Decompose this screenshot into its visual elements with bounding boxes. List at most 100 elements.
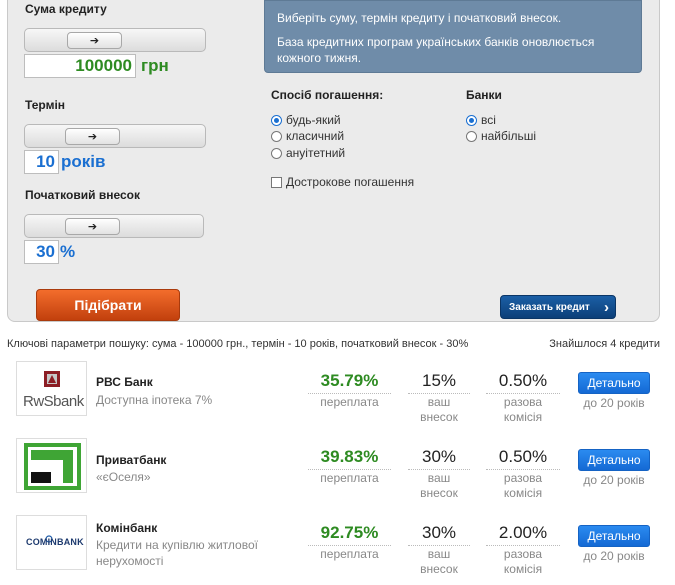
down-value: 15% xyxy=(421,371,457,390)
arrow-right-icon: ➔ xyxy=(89,35,100,47)
amount-input[interactable]: 100000 xyxy=(24,54,136,78)
down-metric: 30% ваш внесок xyxy=(408,447,470,501)
overpay-metric: 92.75% переплата xyxy=(308,523,391,562)
info-line-1: Виберіть суму, термін кредиту і початков… xyxy=(277,11,562,25)
bank-logo[interactable]: COMINBANK xyxy=(16,515,87,570)
commission-value: 0.50% xyxy=(498,447,548,466)
overpay-label: переплата xyxy=(308,469,391,486)
term-label: Термін xyxy=(25,98,66,112)
overpay-value: 39.83% xyxy=(320,447,379,466)
radio-icon[interactable] xyxy=(466,130,477,142)
down-label-line-1: ваш xyxy=(427,547,451,561)
down-label: ваш внесок xyxy=(408,469,470,501)
repayment-option-label: будь-який xyxy=(286,113,341,127)
repayment-title: Спосіб погашення: xyxy=(271,88,384,102)
down-label: ваш внесок xyxy=(408,393,470,425)
details-button[interactable]: Детально xyxy=(578,372,650,394)
down-value: 30% xyxy=(421,447,457,466)
down-payment-slider-handle[interactable]: ➔ xyxy=(65,218,120,235)
term-unit: років xyxy=(61,152,106,171)
order-credit-label: Заказать кредит xyxy=(509,301,590,313)
bank-program: «єОселя» xyxy=(96,470,151,484)
loan-term: до 20 років xyxy=(583,473,645,487)
commission-label-line-2: комісія xyxy=(503,410,543,424)
repayment-option-label: класичний xyxy=(286,129,345,143)
down-payment-input[interactable]: 30 xyxy=(24,240,59,264)
down-label: ваш внесок xyxy=(408,545,470,577)
privatbank-logo-icon xyxy=(24,443,81,490)
down-label-line-1: ваш xyxy=(427,471,451,485)
info-box: Виберіть суму, термін кредиту і початков… xyxy=(264,0,642,73)
down-label-line-2: внесок xyxy=(420,562,458,576)
down-metric: 30% ваш внесок xyxy=(408,523,470,577)
repayment-option-classic[interactable]: класичний xyxy=(271,129,344,143)
commission-label-line-2: комісія xyxy=(503,562,543,576)
bank-name: Комінбанк xyxy=(96,521,158,535)
bank-logo[interactable]: privatbank-logo xyxy=(16,438,87,493)
banks-option-label: найбільші xyxy=(481,129,537,143)
amount-slider-handle[interactable]: ➔ xyxy=(67,32,122,49)
term-input[interactable]: 10 xyxy=(24,150,59,174)
radio-selected-icon[interactable] xyxy=(271,114,282,126)
radio-icon[interactable] xyxy=(271,130,282,142)
banks-title: Банки xyxy=(466,88,502,102)
arrow-right-icon: ➔ xyxy=(87,221,98,233)
radio-selected-icon[interactable] xyxy=(466,114,477,126)
offer-row: RwSbank РВС Банк Доступна іпотека 7% 35.… xyxy=(0,361,675,431)
repayment-option-annuity[interactable]: ануітетний xyxy=(271,146,345,160)
commission-label: разова комісія xyxy=(486,393,560,425)
down-payment-slider[interactable]: ➔ xyxy=(24,214,204,238)
down-metric: 15% ваш внесок xyxy=(408,371,470,425)
amount-unit: грн xyxy=(141,56,169,75)
overpay-label: переплата xyxy=(308,393,391,410)
banks-option-largest[interactable]: найбільші xyxy=(466,129,536,143)
commission-label: разова комісія xyxy=(486,545,560,577)
bank-logo[interactable]: RwSbank xyxy=(16,361,87,416)
bank-program: Доступна іпотека 7% xyxy=(96,393,213,407)
commission-label-line-1: разова xyxy=(503,395,543,409)
repayment-option-any[interactable]: будь-який xyxy=(271,113,341,127)
commission-label: разова комісія xyxy=(486,469,560,501)
overpay-value: 92.75% xyxy=(320,523,379,542)
loan-term: до 20 років xyxy=(583,549,645,563)
overpay-metric: 35.79% переплата xyxy=(308,371,391,410)
commission-metric: 0.50% разова комісія xyxy=(486,371,560,425)
commission-value: 0.50% xyxy=(498,371,548,390)
checkbox-icon[interactable] xyxy=(271,176,282,188)
down-label-line-2: внесок xyxy=(420,410,458,424)
commission-label-line-1: разова xyxy=(503,471,543,485)
down-payment-label: Початковий внесок xyxy=(25,188,140,202)
term-slider-handle[interactable]: ➔ xyxy=(65,128,120,145)
search-summary: Ключові параметри пошуку: сума - 100000 … xyxy=(7,338,469,350)
logo-text: COMINBANK xyxy=(26,537,84,547)
chevron-right-icon: › xyxy=(604,298,609,316)
commission-metric: 2.00% разова комісія xyxy=(486,523,560,577)
overpay-label: переплата xyxy=(308,545,391,562)
results-count: Знайшлося 4 кредити xyxy=(549,338,660,350)
early-repayment-label: Дострокове погашення xyxy=(286,175,415,189)
banks-option-label: всі xyxy=(481,113,496,127)
bank-name: Приватбанк xyxy=(96,453,167,467)
details-button[interactable]: Детально xyxy=(578,525,650,547)
radio-icon[interactable] xyxy=(271,147,282,159)
banks-option-all[interactable]: всі xyxy=(466,113,496,127)
order-credit-button[interactable]: Заказать кредит › xyxy=(500,295,616,319)
overpay-value: 35.79% xyxy=(320,371,379,390)
commission-value: 2.00% xyxy=(498,523,548,542)
down-payment-unit: % xyxy=(60,242,76,261)
pick-button[interactable]: Підібрати xyxy=(36,289,180,321)
details-button[interactable]: Детально xyxy=(578,449,650,471)
arrow-right-icon: ➔ xyxy=(87,131,98,143)
commission-label-line-2: комісія xyxy=(503,486,543,500)
commission-metric: 0.50% разова комісія xyxy=(486,447,560,501)
amount-slider[interactable]: ➔ xyxy=(24,28,206,52)
bank-name: РВС Банк xyxy=(96,375,153,389)
amount-label: Сума кредиту xyxy=(25,2,107,16)
logo-text: RwSbank xyxy=(23,393,84,410)
bank-program: Кредити на купівлю житлової нерухомості xyxy=(96,538,258,568)
early-repayment-checkbox[interactable]: Дострокове погашення xyxy=(271,175,414,189)
info-line-2: База кредитних програм українських банкі… xyxy=(277,35,595,65)
term-slider[interactable]: ➔ xyxy=(24,124,206,148)
offer-row: COMINBANK Комінбанк Кредити на купівлю ж… xyxy=(0,515,675,585)
repayment-option-label: ануітетний xyxy=(286,146,346,160)
